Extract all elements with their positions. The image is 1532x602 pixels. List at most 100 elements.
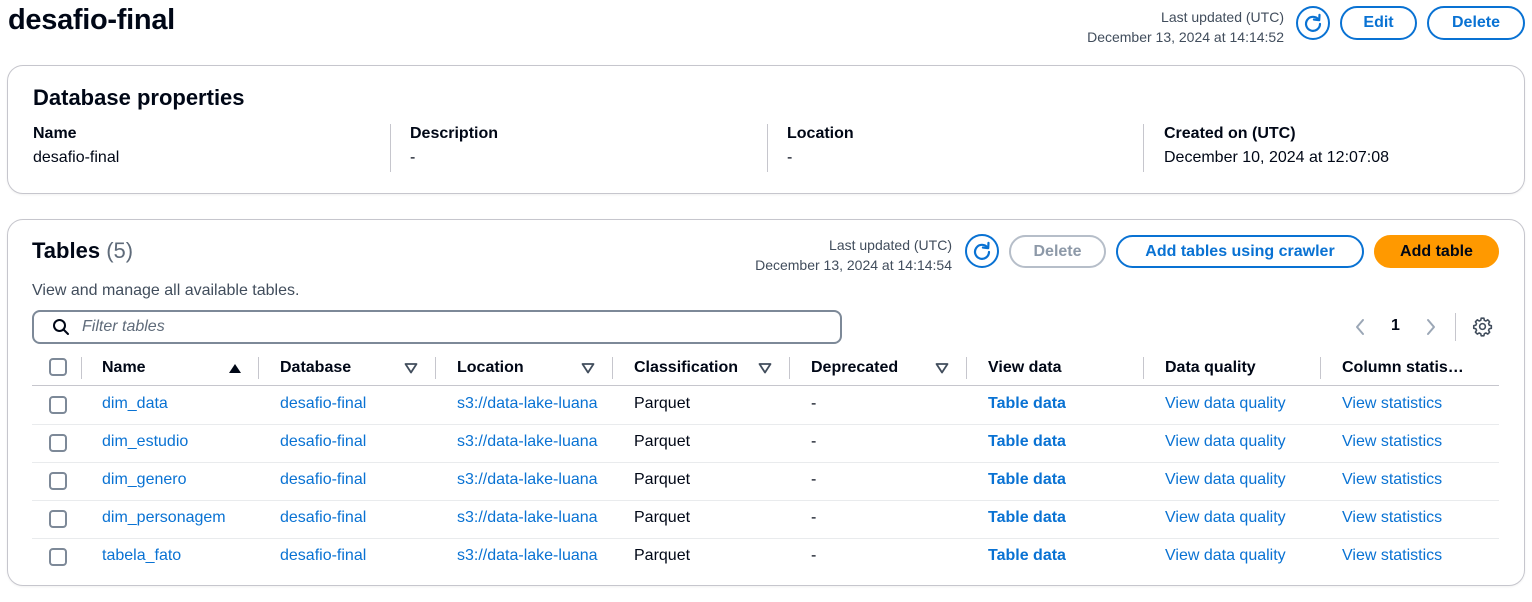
- divider: [767, 124, 768, 172]
- view-data-quality-link[interactable]: View data quality: [1165, 471, 1286, 489]
- column-header-location[interactable]: Location: [457, 356, 597, 380]
- column-header-database[interactable]: Database: [280, 356, 420, 380]
- property-name: Name desafio-final: [33, 125, 119, 167]
- table-data-link[interactable]: Table data: [988, 433, 1066, 451]
- chevron-left-icon[interactable]: [1353, 317, 1367, 337]
- filter-tables-input[interactable]: [80, 317, 820, 337]
- location-link[interactable]: s3://data-lake-luana: [457, 433, 612, 451]
- classification-value: Parquet: [634, 471, 691, 488]
- column-header-classification[interactable]: Classification: [634, 356, 774, 380]
- table-data-link[interactable]: Table data: [988, 509, 1066, 527]
- database-link[interactable]: desafio-final: [280, 471, 366, 489]
- view-data-quality-link[interactable]: View data quality: [1165, 395, 1286, 413]
- property-label: Created on (UTC): [1164, 125, 1296, 142]
- row-divider: [32, 538, 1499, 539]
- column-header-column-statistics: Column statis…: [1342, 359, 1464, 376]
- column-header-view-data: View data: [988, 359, 1062, 376]
- row-checkbox[interactable]: [49, 472, 67, 490]
- sort-desc-icon[interactable]: [404, 362, 418, 374]
- filter-tables-field[interactable]: [32, 310, 842, 344]
- sort-asc-icon[interactable]: [228, 362, 242, 374]
- database-link[interactable]: desafio-final: [280, 433, 366, 451]
- property-value: desafio-final: [33, 149, 120, 166]
- tables-refresh-button[interactable]: [965, 234, 999, 268]
- sort-desc-icon[interactable]: [935, 362, 949, 374]
- deprecated-value: -: [811, 395, 817, 412]
- table-data-link[interactable]: Table data: [988, 395, 1066, 413]
- table-name-link[interactable]: dim_personagem: [102, 509, 226, 527]
- database-link[interactable]: desafio-final: [280, 547, 366, 565]
- row-checkbox[interactable]: [49, 434, 67, 452]
- database-link[interactable]: desafio-final: [280, 509, 366, 527]
- add-table-button[interactable]: Add table: [1374, 235, 1499, 268]
- column-header-label: Location: [457, 359, 524, 376]
- location-link[interactable]: s3://data-lake-luana: [457, 547, 612, 565]
- header-refresh-button[interactable]: [1296, 6, 1330, 40]
- table-name-link[interactable]: dim_genero: [102, 471, 187, 489]
- header-last-updated-value: December 13, 2024 at 14:14:52: [1087, 29, 1284, 45]
- classification-value: Parquet: [634, 433, 691, 450]
- table-name-link[interactable]: dim_data: [102, 395, 168, 413]
- header-divider: [32, 385, 1499, 386]
- select-all-checkbox[interactable]: [49, 358, 67, 376]
- header-last-updated: Last updated (UTC) December 13, 2024 at …: [1024, 7, 1284, 47]
- location-link[interactable]: s3://data-lake-luana: [457, 509, 612, 527]
- column-separator: [966, 357, 967, 379]
- row-checkbox[interactable]: [49, 396, 67, 414]
- add-tables-crawler-button[interactable]: Add tables using crawler: [1116, 235, 1364, 268]
- column-header-label: Database: [280, 359, 352, 376]
- delete-table-button[interactable]: Delete: [1009, 235, 1106, 268]
- tables-last-updated-value: December 13, 2024 at 14:14:54: [755, 257, 952, 273]
- edit-button[interactable]: Edit: [1340, 6, 1417, 40]
- view-statistics-link[interactable]: View statistics: [1342, 471, 1442, 489]
- view-data-quality-link[interactable]: View data quality: [1165, 547, 1286, 565]
- property-value: -: [787, 149, 793, 166]
- tables-count: (5): [106, 238, 134, 263]
- column-separator: [258, 357, 259, 379]
- database-properties-card: Database properties Name desafio-final D…: [7, 65, 1525, 194]
- view-statistics-link[interactable]: View statistics: [1342, 547, 1442, 565]
- table-data-link[interactable]: Table data: [988, 547, 1066, 565]
- chevron-right-icon[interactable]: [1424, 317, 1438, 337]
- current-page[interactable]: 1: [1391, 317, 1400, 335]
- sort-desc-icon[interactable]: [758, 362, 772, 374]
- property-location: Location -: [787, 125, 854, 167]
- column-separator: [1143, 357, 1144, 379]
- table-name-link[interactable]: dim_estudio: [102, 433, 188, 451]
- view-data-quality-link[interactable]: View data quality: [1165, 509, 1286, 527]
- table-name-link[interactable]: tabela_fato: [102, 547, 181, 565]
- page-title: desafio-final: [8, 4, 175, 36]
- location-link[interactable]: s3://data-lake-luana: [457, 395, 612, 413]
- view-statistics-link[interactable]: View statistics: [1342, 509, 1442, 527]
- row-divider: [32, 424, 1499, 425]
- column-header-name[interactable]: Name: [102, 356, 244, 380]
- column-header-label: Name: [102, 359, 146, 376]
- row-checkbox[interactable]: [49, 548, 67, 566]
- tables-last-updated-label: Last updated (UTC): [829, 237, 952, 253]
- column-separator: [789, 357, 790, 379]
- column-header-deprecated[interactable]: Deprecated: [811, 356, 951, 380]
- property-created-on: Created on (UTC) December 10, 2024 at 12…: [1164, 125, 1389, 167]
- divider: [1455, 313, 1456, 341]
- delete-database-button[interactable]: Delete: [1427, 6, 1525, 40]
- location-link[interactable]: s3://data-lake-luana: [457, 471, 612, 489]
- table-data-link[interactable]: Table data: [988, 471, 1066, 489]
- column-separator: [435, 357, 436, 379]
- column-separator: [81, 357, 82, 379]
- column-separator: [612, 357, 613, 379]
- database-properties-title: Database properties: [33, 85, 245, 110]
- tables-title: Tables: [32, 238, 101, 263]
- tables-last-updated: Last updated (UTC) December 13, 2024 at …: [700, 235, 952, 275]
- view-statistics-link[interactable]: View statistics: [1342, 433, 1442, 451]
- sort-desc-icon[interactable]: [581, 362, 595, 374]
- settings-gear-icon[interactable]: [1472, 316, 1493, 337]
- property-label: Description: [410, 125, 499, 142]
- database-link[interactable]: desafio-final: [280, 395, 366, 413]
- header-last-updated-label: Last updated (UTC): [1161, 9, 1284, 25]
- row-checkbox[interactable]: [49, 510, 67, 528]
- view-statistics-link[interactable]: View statistics: [1342, 395, 1442, 413]
- row-divider: [32, 462, 1499, 463]
- view-data-quality-link[interactable]: View data quality: [1165, 433, 1286, 451]
- property-label: Name: [33, 125, 77, 142]
- property-description: Description -: [410, 125, 498, 167]
